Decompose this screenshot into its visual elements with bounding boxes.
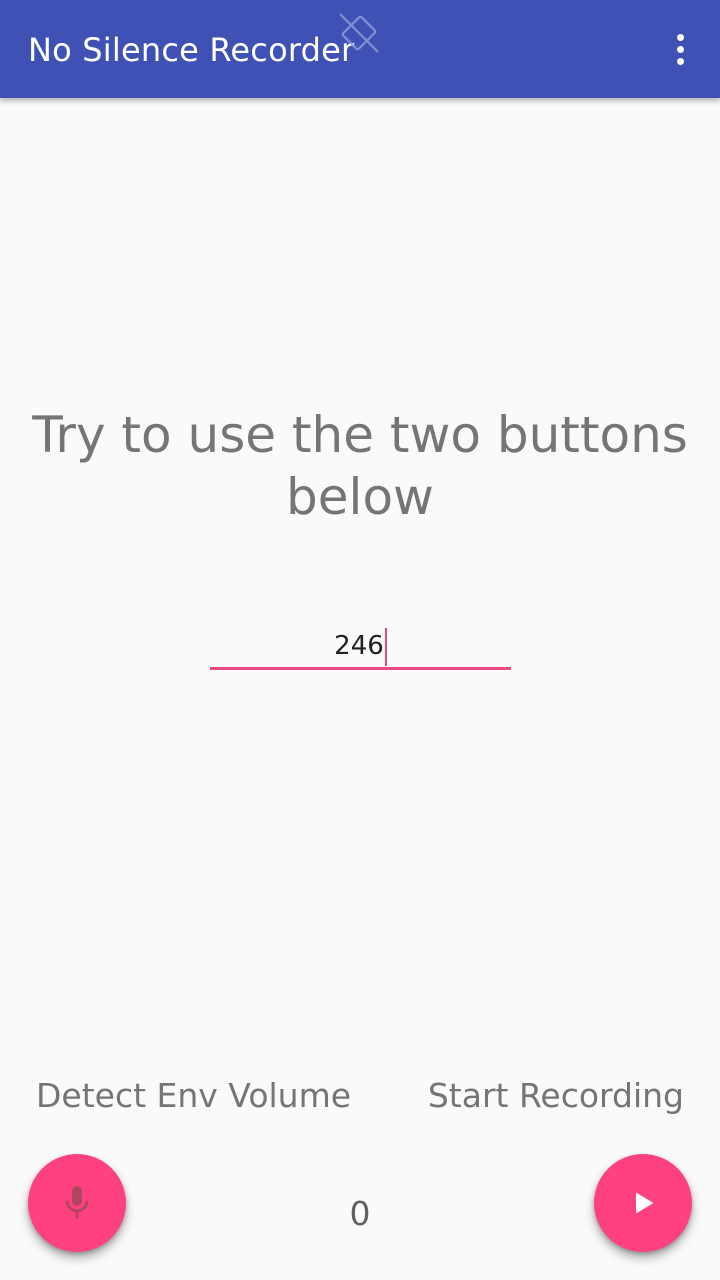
- screen: No Silence Recorder Try to use the two b…: [0, 0, 720, 1280]
- no-signal-icon: [339, 13, 379, 53]
- app-bar: No Silence Recorder: [0, 0, 720, 98]
- number-input-value: 246: [334, 631, 384, 661]
- microphone-icon: [65, 1186, 89, 1219]
- counter-value: 0: [349, 1194, 371, 1233]
- number-input[interactable]: 246: [210, 622, 511, 670]
- detect-env-volume-label: Detect Env Volume: [36, 1076, 352, 1115]
- start-recording-label: Start Recording: [427, 1076, 684, 1115]
- play-icon: [636, 1192, 654, 1214]
- app-title: No Silence Recorder: [28, 31, 355, 69]
- start-recording-button[interactable]: [594, 1154, 692, 1252]
- more-vert-icon[interactable]: [662, 26, 698, 72]
- detect-env-volume-button[interactable]: [28, 1154, 126, 1252]
- text-cursor: [384, 627, 387, 666]
- instruction-text: Try to use the two buttons below: [32, 406, 688, 526]
